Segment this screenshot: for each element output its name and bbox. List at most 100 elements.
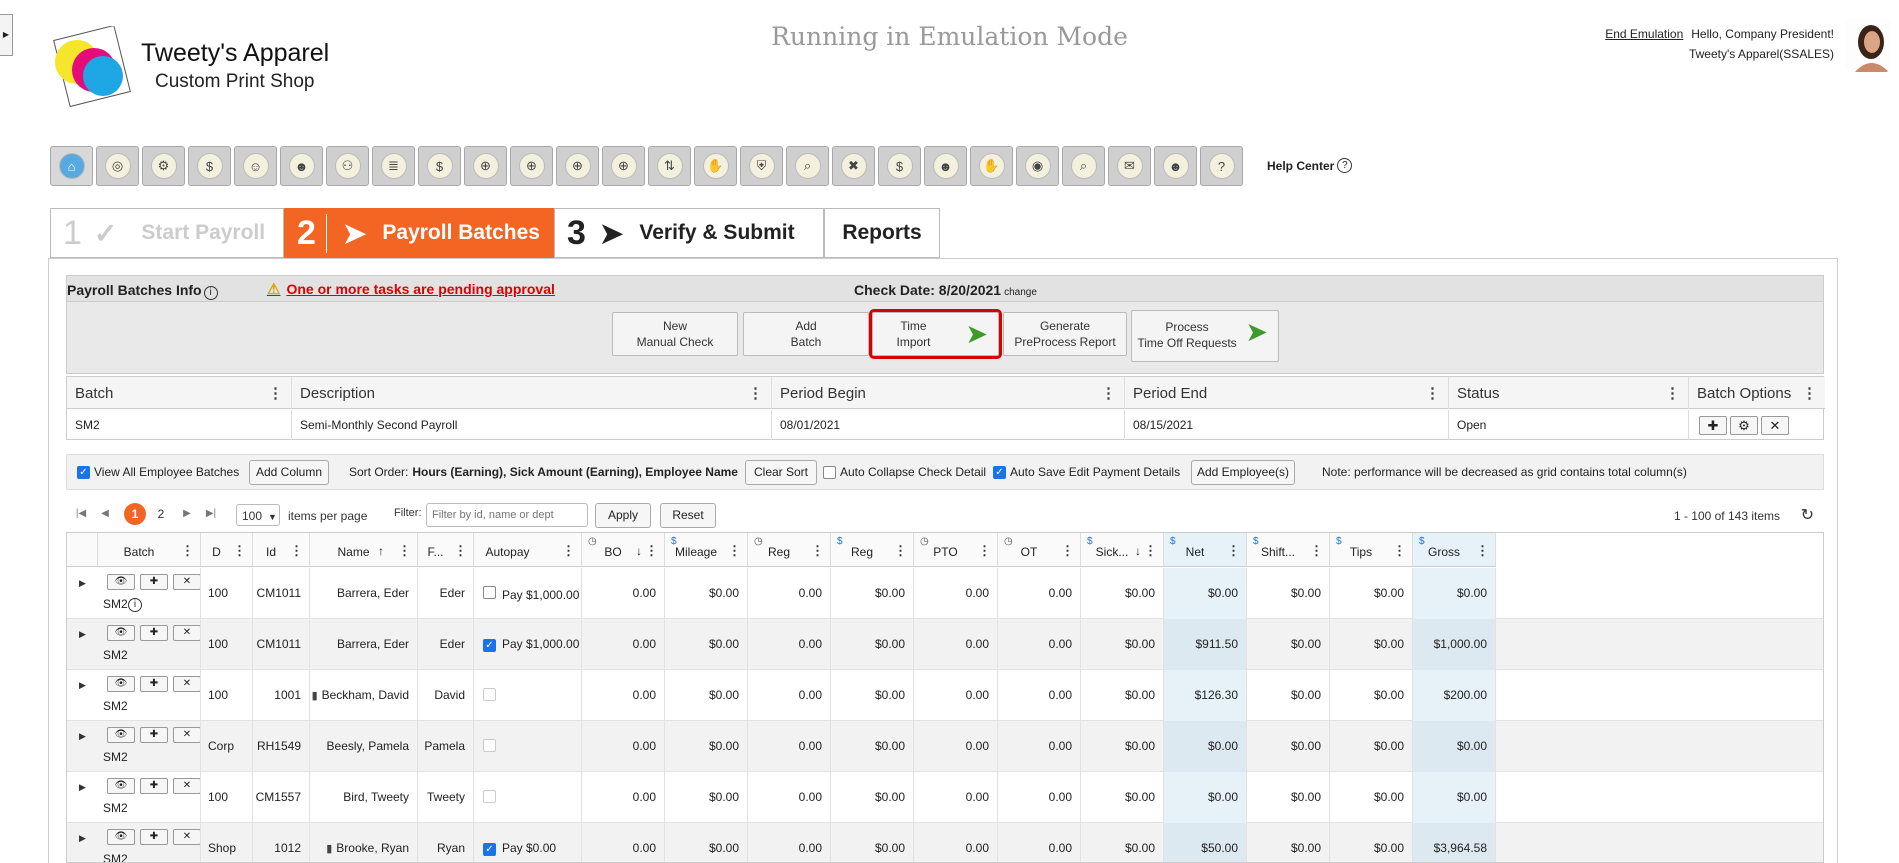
apply-button[interactable]: Apply <box>595 503 651 528</box>
col-header-id[interactable]: Id ⋮ <box>253 533 310 567</box>
view-all-batches-toggle[interactable]: ✓ View All Employee Batches <box>77 465 239 479</box>
col-header-period-end[interactable]: Period End ⋮ <box>1125 377 1449 409</box>
toolbar-button[interactable]: $ <box>878 146 921 186</box>
toolbar-button[interactable]: ⌕ <box>1062 146 1105 186</box>
column-menu-icon[interactable]: ⋮ <box>1310 543 1323 559</box>
add-batch-button[interactable]: Add Batch <box>743 312 869 356</box>
reset-button[interactable]: Reset <box>660 503 716 528</box>
col-header-reg-amount[interactable]: $ Reg ⋮ <box>831 533 914 567</box>
settings-icon[interactable]: ⚙ <box>1730 416 1758 435</box>
end-emulation-link[interactable]: End Emulation <box>1605 27 1683 41</box>
toolbar-button[interactable]: $ <box>418 146 461 186</box>
auto-save-toggle[interactable]: ✓ Auto Save Edit Payment Details <box>993 465 1180 479</box>
column-menu-icon[interactable]: ⋮ <box>1802 384 1817 402</box>
page-1[interactable]: 1 <box>124 503 146 525</box>
toolbar-button[interactable]: ⊕ <box>464 146 507 186</box>
step-reports[interactable]: Reports <box>824 208 940 258</box>
process-time-off-requests-button[interactable]: Process Time Off Requests ➤ <box>1131 310 1279 362</box>
column-menu-icon[interactable]: ⋮ <box>562 543 575 559</box>
change-check-date-link[interactable]: change <box>1004 287 1037 298</box>
per-page-select[interactable]: 100 ▼ <box>236 504 280 526</box>
col-header-first-name[interactable]: F... ⋮ <box>418 533 474 567</box>
toolbar-button[interactable]: ⊕ <box>602 146 645 186</box>
column-menu-icon[interactable]: ⋮ <box>290 543 303 559</box>
column-menu-icon[interactable]: ⋮ <box>1144 543 1157 559</box>
col-header-dept[interactable]: D ⋮ <box>201 533 253 567</box>
col-header-status[interactable]: Status ⋮ <box>1449 377 1689 409</box>
toolbar-button[interactable]: ⌂ <box>50 146 93 186</box>
step-start-payroll[interactable]: 1 ✓ Start Payroll <box>50 208 284 258</box>
checkbox-checked[interactable]: ✓ <box>993 465 1006 479</box>
toolbar-button[interactable]: ◉ <box>1016 146 1059 186</box>
new-manual-check-button[interactable]: New Manual Check <box>612 312 738 356</box>
next-page-icon[interactable]: ▶ <box>176 503 198 525</box>
col-header-shift[interactable]: $ Shift... ⋮ <box>1247 533 1330 567</box>
column-menu-icon[interactable]: ⋮ <box>748 384 763 402</box>
toolbar-button[interactable]: ⛨ <box>740 146 783 186</box>
toolbar-button[interactable]: ✋ <box>694 146 737 186</box>
col-header-autopay[interactable]: Autopay ⋮ <box>474 533 582 567</box>
column-menu-icon[interactable]: ⋮ <box>268 384 283 402</box>
toolbar-button[interactable]: ⇅ <box>648 146 691 186</box>
checkbox-unchecked[interactable] <box>483 739 496 752</box>
col-header-batch[interactable]: Batch ⋮ <box>67 377 292 409</box>
clear-sort-button[interactable]: Clear Sort <box>745 460 817 485</box>
col-header-mileage[interactable]: $ Mileage ⋮ <box>665 533 748 567</box>
refresh-icon[interactable]: ↻ <box>1801 505 1814 525</box>
expand-row-icon[interactable]: ▶ <box>79 629 86 640</box>
col-header-batch[interactable]: Batch ⋮ <box>98 533 201 567</box>
toolbar-button[interactable]: ✋ <box>970 146 1013 186</box>
col-header-period-begin[interactable]: Period Begin ⋮ <box>772 377 1125 409</box>
col-header-bo[interactable]: ◷ BO ↓ ⋮ <box>582 533 665 567</box>
document-icon[interactable]: ▮ <box>312 690 318 702</box>
col-header-description[interactable]: Description ⋮ <box>292 377 772 409</box>
column-menu-icon[interactable]: ⋮ <box>1227 543 1240 559</box>
expand-row-icon[interactable]: ▶ <box>79 782 86 793</box>
column-menu-icon[interactable]: ⋮ <box>1061 543 1074 559</box>
column-menu-icon[interactable]: ⋮ <box>454 543 467 559</box>
col-header-tips[interactable]: $ Tips ⋮ <box>1330 533 1413 567</box>
checkbox-checked[interactable]: ✓ <box>483 843 496 856</box>
pending-approval-warning[interactable]: ⚠ One or more tasks are pending approval <box>267 280 555 298</box>
info-icon[interactable]: i <box>203 286 218 300</box>
help-center-link[interactable]: Help Center? <box>1267 158 1353 173</box>
column-menu-icon[interactable]: ⋮ <box>978 543 991 559</box>
toolbar-button[interactable]: ? <box>1200 146 1243 186</box>
col-header-ot[interactable]: ◷ OT ⋮ <box>998 533 1081 567</box>
checkbox-unchecked[interactable] <box>823 465 836 479</box>
step-payroll-batches[interactable]: 2 ➤ Payroll Batches <box>284 208 554 258</box>
column-menu-icon[interactable]: ⋮ <box>233 543 246 559</box>
expand-row-icon[interactable]: ▶ <box>79 731 86 742</box>
column-menu-icon[interactable]: ⋮ <box>1393 543 1406 559</box>
close-icon[interactable]: ✕ <box>1761 416 1789 435</box>
time-import-button[interactable]: Time Import ➤ <box>869 309 1002 359</box>
toolbar-button[interactable]: ✉ <box>1108 146 1151 186</box>
toolbar-button[interactable]: ⚙ <box>142 146 185 186</box>
toolbar-button[interactable]: ⚇ <box>326 146 369 186</box>
col-header-batch-options[interactable]: Batch Options ⋮ <box>1689 377 1825 409</box>
col-header-gross[interactable]: $ Gross ⋮ <box>1413 533 1496 567</box>
column-menu-icon[interactable]: ⋮ <box>645 543 658 559</box>
checkbox-unchecked[interactable] <box>483 586 496 599</box>
checkbox-checked[interactable]: ✓ <box>77 465 90 479</box>
checkbox-unchecked[interactable] <box>483 790 496 803</box>
toolbar-button[interactable]: ☻ <box>280 146 323 186</box>
generate-preprocess-report-button[interactable]: Generate PreProcess Report <box>1003 312 1127 356</box>
col-header-sick[interactable]: $ Sick... ↓ ⋮ <box>1081 533 1164 567</box>
prev-page-icon[interactable]: ◀ <box>94 503 116 525</box>
col-header-net[interactable]: $ Net ⋮ <box>1164 533 1247 567</box>
add-icon[interactable]: ✚ <box>1699 416 1727 435</box>
col-header-name[interactable]: Name ↑ ⋮ <box>310 533 418 567</box>
checkbox-unchecked[interactable] <box>483 688 496 701</box>
toolbar-button[interactable]: ≣ <box>372 146 415 186</box>
toolbar-button[interactable]: ⊕ <box>510 146 553 186</box>
add-column-button[interactable]: Add Column <box>249 460 329 485</box>
column-menu-icon[interactable]: ⋮ <box>811 543 824 559</box>
column-menu-icon[interactable]: ⋮ <box>894 543 907 559</box>
column-menu-icon[interactable]: ⋮ <box>181 543 194 559</box>
toolbar-button[interactable]: ✖ <box>832 146 875 186</box>
expand-row-icon[interactable]: ▶ <box>79 680 86 691</box>
column-menu-icon[interactable]: ⋮ <box>1476 543 1489 559</box>
toolbar-button[interactable]: ☻ <box>924 146 967 186</box>
col-header-reg-hours[interactable]: ◷ Reg ⋮ <box>748 533 831 567</box>
